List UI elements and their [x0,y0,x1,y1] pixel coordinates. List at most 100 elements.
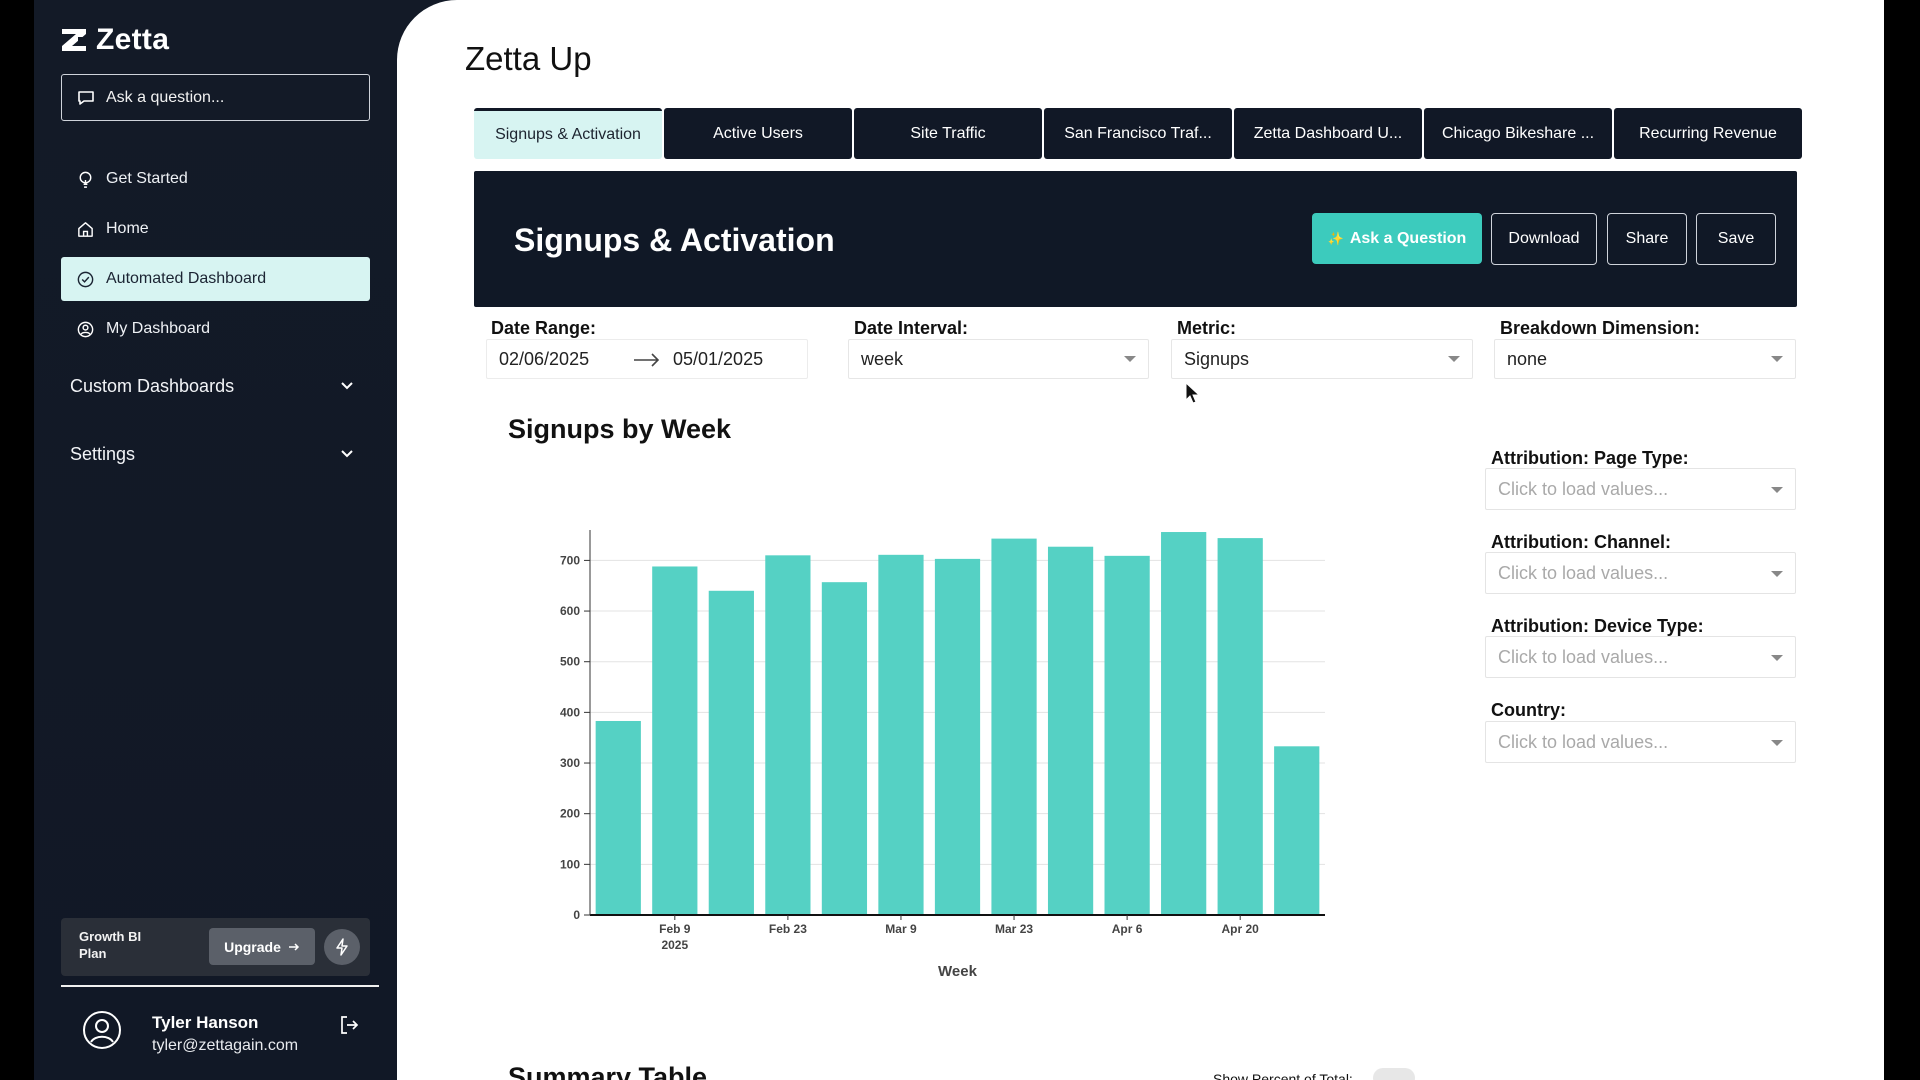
metric-select[interactable]: Signups [1171,339,1473,379]
sidebar-item-automated-dashboard[interactable]: Automated Dashboard [61,257,370,301]
attribution-page-type-select[interactable]: Click to load values... [1485,468,1796,510]
plan-box: Growth BI Plan Upgrade [61,918,370,976]
date-range-picker[interactable]: 02/06/2025 05/01/2025 [486,339,808,379]
date-end[interactable]: 05/01/2025 [673,349,763,370]
y-tick-label: 600 [560,604,580,618]
x-tick-label: Mar 23 [995,922,1033,936]
sidebar-item-my-dashboard[interactable]: My Dashboard [61,307,370,351]
sidebar-item-label: Get Started [106,170,188,187]
download-button[interactable]: Download [1491,213,1597,265]
x-tick-label: Mar 9 [885,922,917,936]
share-button[interactable]: Share [1607,213,1687,265]
show-percent-toggle[interactable] [1373,1068,1415,1080]
arrow-right-icon [288,942,299,951]
logout-icon[interactable] [338,1014,360,1036]
ask-question-button[interactable]: ✨ Ask a Question [1312,213,1482,264]
caret-down-icon [1124,356,1136,362]
tab-signups-activation[interactable]: Signups & Activation [474,108,662,159]
tab-san-francisco-traffic[interactable]: San Francisco Traf... [1044,108,1232,159]
attribution-device-type-select[interactable]: Click to load values... [1485,636,1796,678]
mouse-cursor-icon [1185,382,1200,404]
sidebar: Zetta Ask a question... Get Started Home… [34,0,397,1080]
date-interval-select[interactable]: week [848,339,1149,379]
signups-bar-chart: 0 100 200 300 400 500 600 700 Feb 9 2025 Feb 23 Mar… [560,530,1325,980]
select-placeholder: Click to load values... [1498,646,1669,667]
arrow-right-icon [634,353,660,367]
caret-down-icon [1771,487,1783,493]
select-placeholder: Click to load values... [1498,562,1669,583]
y-tick-label: 200 [560,807,580,821]
tab-active-users[interactable]: Active Users [664,108,852,159]
sidebar-item-label: My Dashboard [106,320,211,337]
x-tick-label: Apr 6 [1112,922,1143,936]
upgrade-button[interactable]: Upgrade [209,928,315,965]
sidebar-item-label: Automated Dashboard [106,270,267,287]
user-circle-icon [77,321,94,337]
tab-recurring-revenue[interactable]: Recurring Revenue [1614,108,1802,159]
x-tick-label: Feb 23 [769,922,807,936]
bar [765,555,811,915]
chevron-down-icon [341,450,353,458]
x-tick-label: Feb 9 [659,922,691,936]
upgrade-label: Upgrade [224,938,281,955]
dashboard-title: Signups & Activation [514,222,835,258]
lightbulb-icon [79,171,92,188]
caret-down-icon [1771,655,1783,661]
page-title: Zetta Up [465,40,592,77]
tab-chicago-bikeshare[interactable]: Chicago Bikeshare ... [1424,108,1612,159]
bar [934,558,981,915]
country-select[interactable]: Click to load values... [1485,721,1796,763]
caret-down-icon [1771,571,1783,577]
ask-question-label: Ask a Question [1349,229,1467,247]
sparkle-icon: ✨ [1327,230,1344,246]
date-start[interactable]: 02/06/2025 [499,349,589,370]
sidebar-item-label: Home [106,220,149,237]
bar [991,538,1037,915]
x-tick-label: Apr 20 [1222,922,1260,936]
app-frame: Zetta Ask a question... Get Started Home… [0,0,1920,1080]
section-label: Custom Dashboards [70,375,235,396]
breakdown-dimension-select[interactable]: none [1494,339,1796,379]
check-circle-icon [77,271,94,287]
date-interval-value: week [861,348,904,369]
brand-name: Zetta [96,23,170,56]
save-button[interactable]: Save [1696,213,1776,265]
home-icon [78,221,93,237]
bar [652,566,698,915]
bar [1047,546,1094,915]
sidebar-section-settings[interactable]: Settings [70,438,370,470]
breakdown-dimension-label: Breakdown Dimension: [1500,318,1701,338]
user-email: tyler@zettagain.com [152,1037,299,1054]
bar [1274,746,1320,915]
bolt-button[interactable] [324,929,360,965]
sidebar-section-custom-dashboards[interactable]: Custom Dashboards [70,370,370,402]
bar [708,590,754,915]
sidebar-item-home[interactable]: Home [61,207,370,251]
bar [1217,538,1263,915]
dashboard-tabs: Signups & Activation Active Users Site T… [474,108,1802,159]
y-tick-label: 500 [560,655,580,669]
user-name: Tyler Hanson [152,1013,259,1032]
caret-down-icon [1771,740,1783,746]
caret-down-icon [1448,356,1460,362]
avatar-icon[interactable] [82,1010,122,1050]
chevron-down-icon [341,382,353,390]
ask-question-input[interactable]: Ask a question... [61,74,370,121]
show-percent-label: Show Percent of Total: [1213,1071,1353,1080]
tab-site-traffic[interactable]: Site Traffic [854,108,1042,159]
attribution-channel-select[interactable]: Click to load values... [1485,552,1796,594]
zetta-logo-icon [62,29,86,51]
sidebar-divider [61,985,379,987]
chat-bubble-icon [78,90,94,105]
metric-label: Metric: [1177,318,1237,338]
y-tick-label: 100 [560,857,580,871]
bar [878,554,924,915]
date-interval-label: Date Interval: [854,318,969,338]
bar [595,720,641,915]
ask-question-placeholder: Ask a question... [106,88,225,106]
bar [1161,532,1207,915]
tab-zetta-dashboard-usage[interactable]: Zetta Dashboard U... [1234,108,1422,159]
brand-logo[interactable]: Zetta [60,22,169,58]
country-label: Country: [1491,700,1566,720]
sidebar-item-get-started[interactable]: Get Started [61,157,370,201]
